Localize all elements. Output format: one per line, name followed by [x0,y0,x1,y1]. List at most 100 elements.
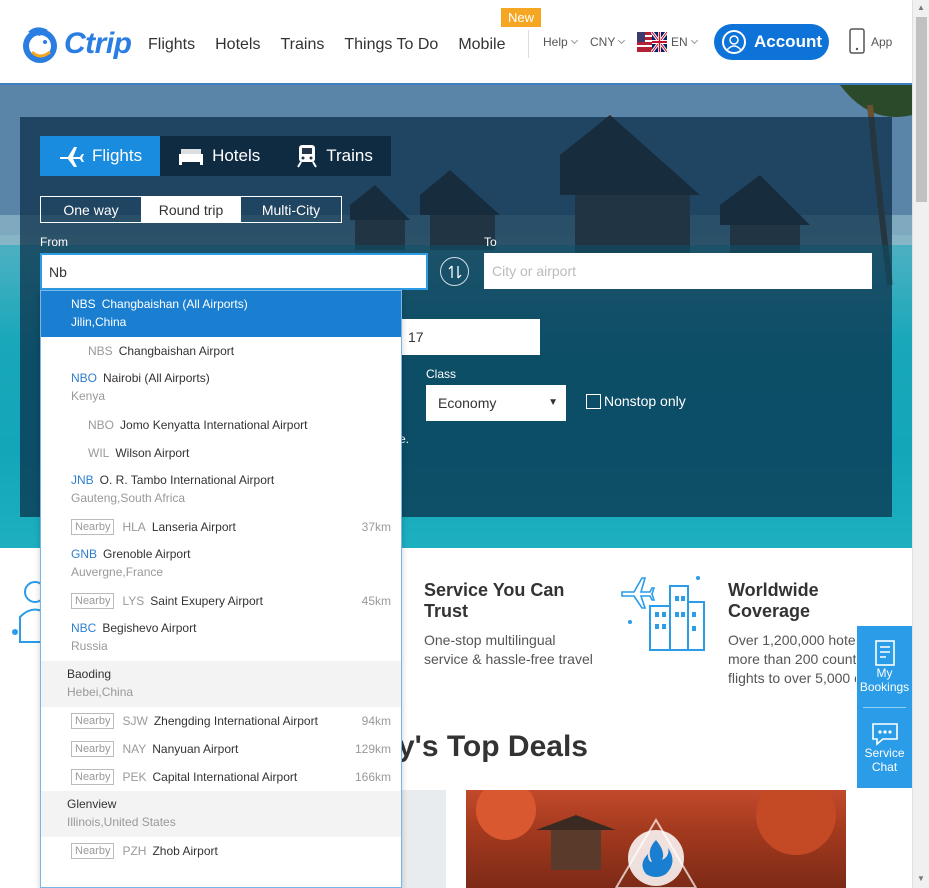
suggestion-nearby-airport[interactable]: Nearby SJW Zhengding International Airport… [41,707,401,735]
airport-name: Changbaishan (All Airports) [101,297,248,311]
from-input[interactable]: Nb [40,253,428,290]
class-label: Class [426,367,457,381]
scroll-down-arrow-icon[interactable]: ▼ [917,874,925,883]
nearby-tag: Nearby [71,843,115,859]
uk-flag-icon[interactable] [637,32,667,52]
airport-name: Jomo Kenyatta International Airport [120,418,308,432]
nearby-tag: Nearby [71,713,115,729]
nearby-tag: Nearby [71,769,115,785]
site-header: Ctrip Flights Hotels Trains Things To Do… [0,0,912,85]
feature-coverage-text-line1: Over 1,200,000 hote [728,632,856,648]
nav-flights[interactable]: Flights [148,36,195,54]
distance-text: 94km [361,714,391,728]
airport-code: NBC [71,621,97,635]
suggestion-city[interactable]: NBO Nairobi (All Airports) Kenya [41,365,401,411]
airport-name: Wilson Airport [115,446,190,460]
suggestion-city[interactable]: GNB Grenoble Airport Auvergne,France [41,541,401,587]
deal-card-partial[interactable] [402,790,446,888]
side-panel-divider [863,707,906,708]
suggestion-nearby-airport[interactable]: Nearby PEK Capital International Airport 16… [41,763,401,791]
account-button[interactable]: Account [714,24,829,60]
suggestion-airport[interactable]: NBS Changbaishan Airport [41,337,401,365]
airport-code: JNB [71,473,94,487]
suggestion-city[interactable]: NBC Begishevo Airport Russia [41,615,401,661]
deal-card-image[interactable] [466,790,846,888]
airport-code: NBO [88,418,115,432]
brand-name: Ctrip [64,27,132,60]
airport-code: SJW [122,714,148,728]
trip-type-round-trip[interactable]: Round trip [141,197,241,222]
nav-trains[interactable]: Trains [280,36,324,54]
feature-trust-title-line2: Trust [424,601,469,621]
suggestion-city[interactable]: JNB O. R. Tambo International Airport Gaut… [41,467,401,513]
suggestion-nearby-airport[interactable]: Nearby LYS Saint Exupery Airport 45km [41,587,401,615]
suggestion-nearby-airport[interactable]: Nearby HLA Lanseria Airport 37km [41,513,401,541]
suggestion-city-group[interactable]: Glenview Illinois,United States [41,791,401,837]
my-bookings-button[interactable]: My Bookings [857,626,912,707]
location-text: Auvergne,France [71,565,164,579]
airport-code: NAY [122,742,147,756]
airport-code: LYS [122,594,145,608]
feature-coverage-title-line2: Coverage [728,601,811,621]
class-select[interactable]: Economy ▼ [426,385,566,421]
airport-code: HLA [122,520,146,534]
airport-name: Glenview [67,797,117,811]
feature-coverage-text-line2: more than 200 count [728,651,856,667]
suggestion-city[interactable]: NBS Changbaishan (All Airports) Jilin,Chin… [41,291,401,337]
distance-text: 45km [361,594,391,608]
tab-flights-label: Flights [92,146,143,165]
airport-name: Baoding [67,667,112,681]
trip-type-one-way[interactable]: One way [41,197,141,222]
trip-type-multi-city[interactable]: Multi-City [241,197,341,222]
scroll-up-arrow-icon[interactable]: ▲ [917,3,925,12]
mobile-phone-icon [849,28,865,54]
ctrip-logo[interactable]: Ctrip [18,22,132,66]
airport-name: Lanseria Airport [151,520,236,534]
nonstop-checkbox[interactable]: Nonstop only [586,393,686,409]
suggestion-title: NBC Begishevo Airport [71,621,401,635]
feature-trust-text-line1: One-stop multilingual [424,632,556,648]
swap-cities-button[interactable] [440,257,469,286]
nearby-tag: Nearby [71,741,115,757]
tab-flights[interactable]: Flights [40,136,161,176]
page-scrollbar[interactable]: ▲ ▼ [912,0,929,888]
suggestion-nearby-airport[interactable]: Nearby PZH Zhob Airport [41,837,401,865]
worldwide-city-icon [621,576,705,651]
suggestion-airport[interactable]: WIL Wilson Airport [41,439,401,467]
nav-hotels[interactable]: Hotels [215,36,260,54]
suggestion-title: NBO Nairobi (All Airports) [71,371,401,385]
feature-coverage-text-line3: flights to over 5,000 c [728,670,856,686]
tab-trains[interactable]: Trains [278,136,391,176]
currency-menu[interactable]: CNY [590,35,626,49]
app-link[interactable]: App [848,28,892,54]
date-input[interactable]: 17 [390,319,540,355]
top-deals-title: y's Top Deals [398,730,588,763]
airport-name: Zhengding International Airport [153,714,318,728]
nav-things-to-do[interactable]: Things To Do [344,36,438,54]
tab-hotels[interactable]: Hotels [160,136,279,176]
location-text: Kenya [71,389,106,403]
suggestion-title: GNB Grenoble Airport [71,547,401,561]
feature-trust-text: One-stop multilingual service & hassle-f… [424,631,593,669]
chevron-down-icon [690,36,698,45]
location-text: Jilin,China [71,315,127,329]
help-menu[interactable]: Help [543,35,578,49]
suggestion-nearby-airport[interactable]: Nearby NAY Nanyuan Airport 129km [41,735,401,763]
suggestion-airport[interactable]: NBO Jomo Kenyatta International Airport [41,411,401,439]
nav-mobile[interactable]: Mobile [458,36,505,54]
suggestion-title: Baoding [67,667,401,681]
airport-code: NBS [88,344,113,358]
airport-name: Nairobi (All Airports) [103,371,210,385]
to-label: To [484,235,497,249]
bed-icon [179,149,204,165]
service-chat-label-line2: Chat [871,759,898,774]
account-label: Account [754,32,822,51]
language-menu[interactable]: EN [671,35,698,49]
app-label: App [871,35,893,49]
service-chat-button[interactable]: Service Chat [857,707,912,788]
suggestion-city-group[interactable]: Baoding Hebei,China [41,661,401,707]
checkbox-icon [586,393,601,409]
service-chat-label-line1: Service [864,745,905,760]
to-input[interactable]: City or airport [484,253,872,289]
scrollbar-thumb[interactable] [916,17,927,202]
